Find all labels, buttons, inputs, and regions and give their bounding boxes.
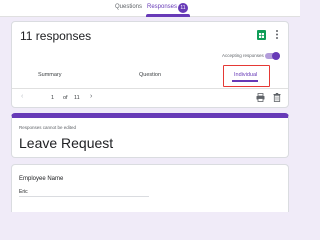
view-tab-question[interactable]: Question [139,72,161,78]
form-header-card: Responses cannot be edited Leave Request [11,113,289,158]
question-answer: Eric [19,189,28,195]
more-vert-icon[interactable] [274,29,280,40]
answer-underline [19,196,149,197]
responses-title: 11 responses [20,29,92,43]
previous-response-button[interactable]: ‹ [21,93,23,100]
top-tab-bar: Questions Responses 11 [0,0,300,17]
total-responses: 11 [74,95,80,101]
divider [12,88,288,89]
individual-highlight-box [223,65,270,87]
toggle-thumb [272,52,280,60]
accepting-responses-toggle[interactable] [265,52,280,60]
responses-count-badge: 11 [178,3,188,13]
form-title: Leave Request [19,135,114,151]
active-tab-indicator [146,14,190,17]
tab-questions[interactable]: Questions [115,4,142,10]
view-tab-summary[interactable]: Summary [38,72,62,78]
pager-of-label: of [63,95,68,101]
accepting-responses-label: Accepting responses [222,53,264,58]
question-card: Employee Name Eric [11,164,289,212]
tab-responses[interactable]: Responses [147,4,177,10]
current-response-number[interactable]: 1 [51,95,54,101]
print-icon[interactable] [256,93,265,102]
next-response-button[interactable]: › [90,93,92,100]
delete-icon[interactable] [273,93,281,102]
cannot-edit-notice: Responses cannot be edited [19,125,77,130]
responses-summary-card: 11 responses Accepting responses Summary… [11,21,289,108]
sheets-icon[interactable] [257,30,266,40]
question-label: Employee Name [19,176,64,182]
